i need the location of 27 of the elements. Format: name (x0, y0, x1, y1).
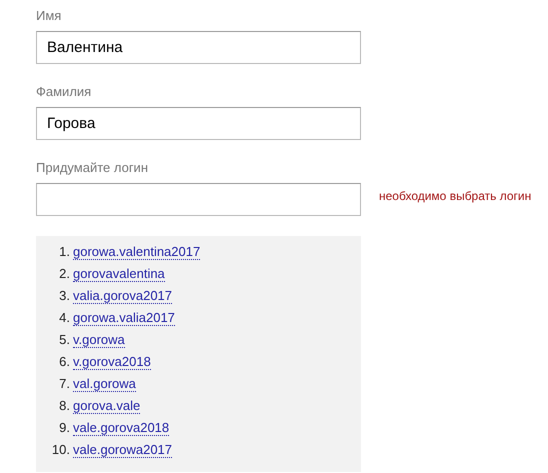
input-field[interactable] (36, 183, 361, 216)
list-number: 10. (50, 442, 71, 457)
login-link[interactable]: gorovavalentina (73, 266, 165, 282)
field-label: Придумайте логин (36, 160, 149, 176)
list-number: 7. (58, 376, 71, 391)
list-number: 3. (58, 288, 71, 303)
list-number: 8. (58, 398, 71, 413)
field-label: Имя (36, 8, 62, 24)
list-number: 6. (58, 354, 71, 369)
login-link[interactable]: gorowa.valia2017 (73, 310, 175, 326)
login-link[interactable]: gorowa.valentina2017 (73, 244, 200, 260)
input-field[interactable]: Горова (36, 107, 361, 140)
login-link[interactable]: val.gorowa (73, 376, 136, 392)
list-number: 2. (58, 266, 71, 281)
login-link[interactable]: v.gorova2018 (73, 354, 151, 370)
login-link[interactable]: vale.gorova2018 (73, 420, 170, 436)
list-number: 9. (58, 420, 71, 435)
error-message: необходимо выбрать логин (379, 188, 532, 202)
login-link[interactable]: valia.gorova2017 (73, 288, 172, 304)
login-link[interactable]: v.gorowa (73, 332, 125, 348)
list-number: 1. (58, 244, 71, 259)
list-number: 4. (58, 310, 71, 325)
login-link[interactable]: gorova.vale (73, 398, 140, 414)
field-label: Фамилия (36, 84, 92, 100)
login-link[interactable]: vale.gorowa2017 (73, 442, 172, 458)
list-number: 5. (58, 332, 71, 347)
input-field[interactable]: Валентина (36, 31, 361, 64)
